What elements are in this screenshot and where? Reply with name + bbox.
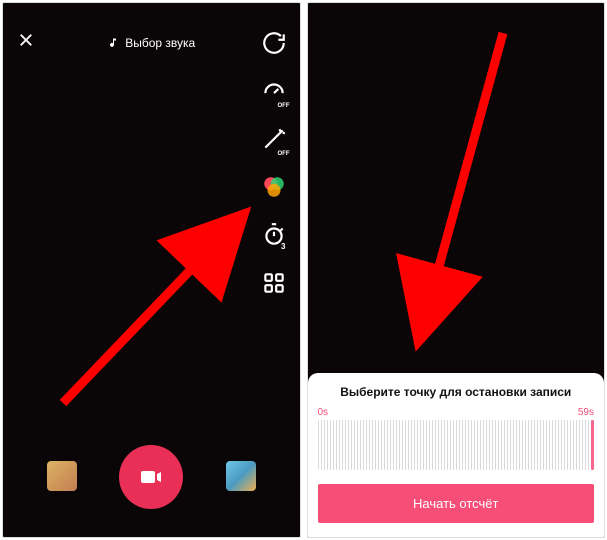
close-button[interactable]	[17, 31, 35, 55]
filters-button[interactable]	[260, 173, 288, 201]
time-end-label: 59s	[578, 407, 594, 418]
flip-icon	[261, 30, 287, 56]
start-countdown-button[interactable]: Начать отсчёт	[318, 484, 595, 523]
right-toolbar: OFF OFF 3	[260, 29, 288, 297]
time-labels: 0s 59s	[318, 407, 595, 418]
timer-value: 3	[281, 242, 285, 251]
choose-sound-label: Выбор звука	[125, 36, 195, 50]
waveform-slider[interactable]	[318, 420, 595, 470]
gallery-thumb[interactable]	[226, 461, 256, 491]
more-effects-button[interactable]	[260, 269, 288, 297]
video-icon	[138, 465, 164, 489]
sheet-title: Выберите точку для остановки записи	[318, 385, 595, 399]
beauty-button[interactable]: OFF	[260, 125, 288, 153]
filters-icon	[261, 174, 287, 200]
timer-sheet: Выберите точку для остановки записи 0s 5…	[308, 373, 605, 537]
top-bar: Выбор звука	[3, 27, 300, 59]
right-screen: Выберите точку для остановки записи 0s 5…	[307, 2, 606, 538]
speed-button[interactable]: OFF	[260, 77, 288, 105]
close-icon	[17, 31, 35, 49]
speed-off-label: OFF	[278, 103, 290, 109]
music-note-icon	[107, 37, 119, 49]
left-screen: Выбор звука OFF OFF 3	[2, 2, 301, 538]
wand-icon	[261, 126, 287, 152]
flip-camera-button[interactable]	[260, 29, 288, 57]
choose-sound-button[interactable]: Выбор звука	[107, 36, 195, 50]
record-button[interactable]	[119, 445, 183, 509]
beauty-off-label: OFF	[278, 151, 290, 157]
time-start-label: 0s	[318, 407, 329, 418]
speedometer-icon	[261, 78, 287, 104]
grid-icon	[261, 270, 287, 296]
timer-button[interactable]: 3	[260, 221, 288, 249]
